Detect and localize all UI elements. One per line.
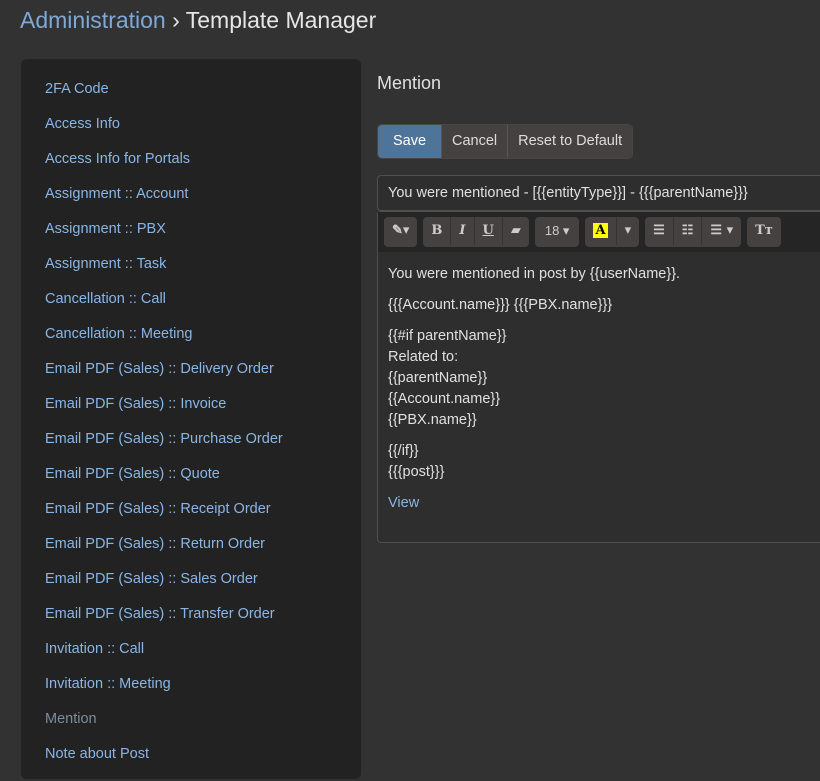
- sidebar-item[interactable]: Email PDF (Sales) :: Receipt Order: [21, 501, 361, 536]
- sidebar-item[interactable]: Access Info: [21, 116, 361, 151]
- body-line: {{Account.name}}: [388, 391, 501, 407]
- color-dropdown-caret[interactable]: ▾: [615, 217, 640, 245]
- unordered-list-icon[interactable]: ☰: [645, 217, 673, 245]
- font-size-dropdown[interactable]: 18 ▾: [535, 217, 580, 245]
- text-style-icon[interactable]: Tт: [747, 217, 781, 245]
- breadcrumb-current: Template Manager: [185, 7, 377, 33]
- sidebar-item[interactable]: Email PDF (Sales) :: Quote: [21, 466, 361, 501]
- sidebar-item[interactable]: Assignment :: Account: [21, 186, 361, 221]
- sidebar-item[interactable]: Assignment :: Task: [21, 256, 361, 291]
- sidebar-item[interactable]: Access Info for Portals: [21, 151, 361, 186]
- template-list: 2FA Code Access Info Access Info for Porta…: [21, 59, 361, 779]
- align-dropdown[interactable]: ☰ ▾: [701, 217, 741, 245]
- body-line: {{{Account.name}}} {{{PBX.name}}}: [388, 297, 613, 313]
- body-line: You were mentioned in post by {{userName…: [388, 266, 681, 282]
- body-line: {{{post}}}: [388, 464, 445, 480]
- sidebar-item[interactable]: Cancellation :: Meeting: [21, 326, 361, 361]
- breadcrumb-administration[interactable]: Administration: [20, 7, 166, 33]
- sidebar-item[interactable]: Email PDF (Sales) :: Sales Order: [21, 571, 361, 606]
- body-editor[interactable]: ✎▾ B I U ▰ 18 ▾ A ▾ ☰ ☷ ☰ ▾ Tт You were mentio…: [377, 211, 820, 543]
- sidebar-item[interactable]: Assignment :: PBX: [21, 221, 361, 256]
- subject-input[interactable]: You were mentioned - [{{entityType}}] - …: [377, 175, 820, 211]
- sidebar-item[interactable]: Email PDF (Sales) :: Return Order: [21, 536, 361, 571]
- text-color-button[interactable]: A: [585, 217, 615, 245]
- reset-to-default-button[interactable]: Reset to Default: [507, 125, 633, 158]
- editor-content[interactable]: You were mentioned in post by {{userName…: [378, 252, 820, 536]
- breadcrumb-separator: ›: [165, 7, 186, 33]
- sidebar-item[interactable]: Cancellation :: Call: [21, 291, 361, 326]
- ordered-list-icon[interactable]: ☷: [672, 217, 702, 245]
- sidebar-item[interactable]: 2FA Code: [21, 81, 361, 116]
- sidebar-item[interactable]: Email PDF (Sales) :: Invoice: [21, 396, 361, 431]
- sidebar-item[interactable]: Invitation :: Call: [21, 641, 361, 676]
- body-line: Related to:: [388, 349, 459, 365]
- cancel-button[interactable]: Cancel: [441, 125, 508, 158]
- page-title: Administration › Template Manager: [20, 7, 376, 34]
- editor-toolbar: ✎▾ B I U ▰ 18 ▾ A ▾ ☰ ☷ ☰ ▾ Tт: [378, 212, 820, 252]
- sidebar-item[interactable]: Note about Post: [21, 746, 361, 781]
- body-line: {{/if}}: [388, 443, 419, 459]
- highlight-a-icon: A: [593, 223, 608, 238]
- action-buttons: Save Cancel Reset to Default: [377, 124, 634, 159]
- template-heading: Mention: [377, 73, 442, 93]
- body-line: {{#if parentName}}: [388, 328, 507, 344]
- underline-button[interactable]: U: [473, 217, 502, 245]
- body-line: {{PBX.name}}: [388, 412, 477, 428]
- save-button[interactable]: Save: [378, 125, 441, 158]
- italic-button[interactable]: I: [450, 217, 473, 245]
- eraser-icon[interactable]: ▰: [501, 217, 529, 245]
- sidebar-item[interactable]: Email PDF (Sales) :: Delivery Order: [21, 361, 361, 396]
- body-line: {{parentName}}: [388, 370, 488, 386]
- bold-button[interactable]: B: [423, 217, 450, 245]
- sidebar-item[interactable]: Invitation :: Meeting: [21, 676, 361, 711]
- sidebar-item[interactable]: Mention: [21, 711, 361, 746]
- sidebar-item[interactable]: Email PDF (Sales) :: Purchase Order: [21, 431, 361, 466]
- sidebar-item[interactable]: Email PDF (Sales) :: Transfer Order: [21, 606, 361, 641]
- view-link[interactable]: View: [388, 495, 419, 511]
- magic-wand-icon[interactable]: ✎▾: [384, 217, 417, 245]
